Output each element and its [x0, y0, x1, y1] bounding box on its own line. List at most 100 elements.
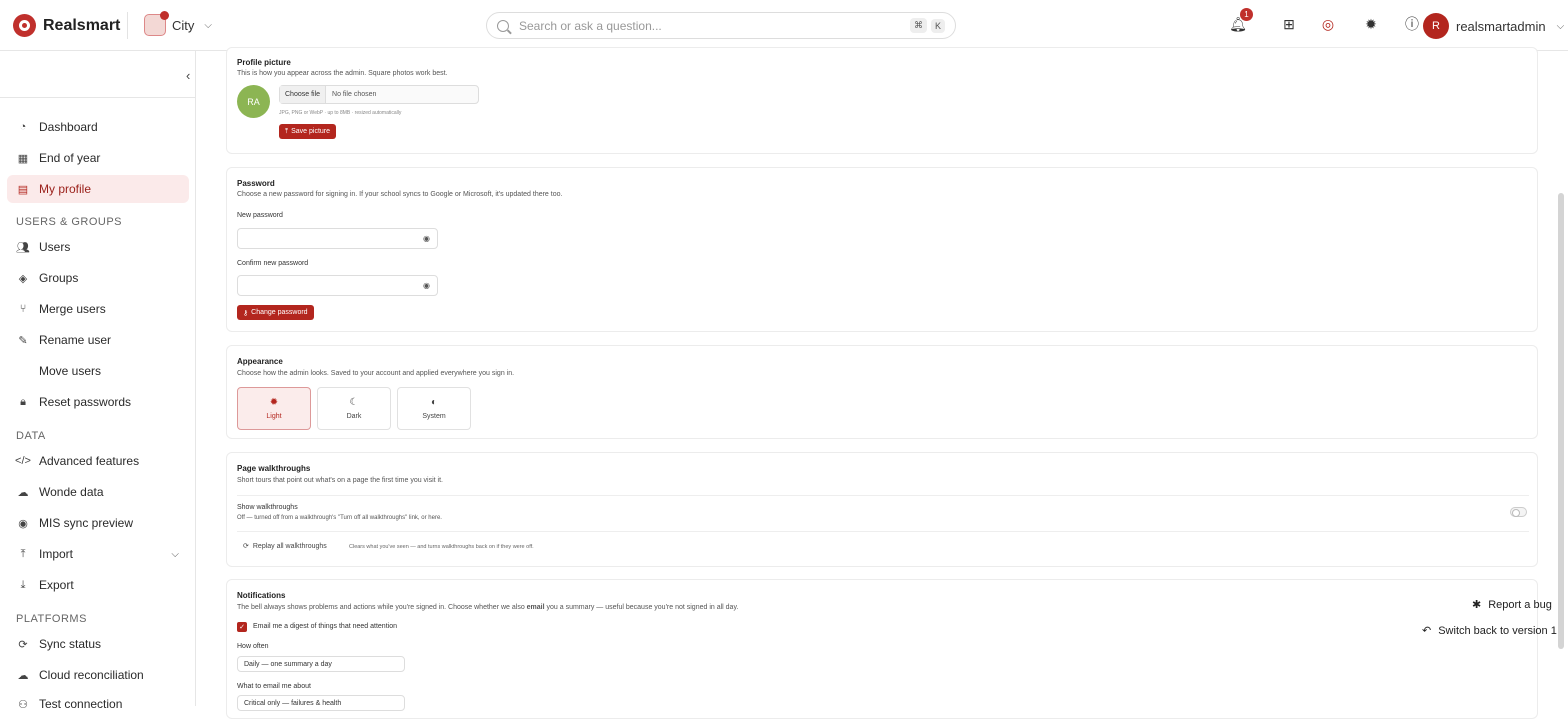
notifications-card: Notifications The bell always shows prob… — [226, 579, 1538, 719]
eye-icon[interactable]: ◉ — [423, 234, 430, 243]
sidebar-item-rename-user[interactable]: ✎ Rename user — [7, 326, 189, 354]
what-to-email-select[interactable]: Critical only — failures & health — [237, 695, 405, 711]
theme-option-system[interactable]: ◐ System — [397, 387, 471, 430]
card-title: Profile picture — [237, 58, 291, 67]
top-bar: Realsmart City ⌵ Search or ask a questio… — [0, 0, 1568, 51]
theme-label: System — [422, 413, 446, 420]
password-card: Password Choose a new password for signi… — [226, 167, 1538, 332]
replay-walkthroughs-button[interactable]: ⟳ Replay all walkthroughs — [243, 542, 327, 551]
walkthroughs-toggle[interactable] — [1510, 507, 1527, 517]
code-icon: </> — [15, 455, 31, 467]
sidebar-item-my-profile[interactable]: ▤ My profile — [7, 175, 189, 203]
sidebar-item-label: Move users — [39, 364, 102, 378]
school-switcher[interactable]: City ⌵ — [144, 11, 212, 36]
card-description: This is how you appear across the admin.… — [237, 70, 448, 77]
card-description: The bell always shows problems and actio… — [237, 604, 738, 611]
replay-description: Clears what you've seen — and turns walk… — [349, 544, 534, 550]
brand-logo-link[interactable]: Realsmart — [13, 14, 120, 37]
main-scrollbar[interactable] — [1558, 193, 1564, 649]
sidebar-item-test-connection[interactable]: ⚇ Test connection — [7, 690, 189, 718]
theme-option-light[interactable]: ✹ Light — [237, 387, 311, 430]
apps-button[interactable]: ⊞ — [1279, 14, 1299, 34]
sidebar-item-wonde-data[interactable]: ☁ Wonde data — [7, 478, 189, 506]
file-hint: JPG, PNG or WebP · up to 8MB · resized a… — [279, 110, 402, 116]
sidebar-item-groups[interactable]: ◈ Groups — [7, 264, 189, 292]
search-input[interactable]: Search or ask a question... ⌘ K — [486, 12, 956, 39]
notifications-button[interactable]: 🔔︎ 1 — [1228, 8, 1253, 34]
grid-icon: ⊞ — [1283, 15, 1295, 32]
eye-icon[interactable]: ◉ — [423, 281, 430, 290]
sidebar-item-advanced-features[interactable]: </> Advanced features — [7, 447, 189, 475]
report-bug-button[interactable]: ✱ Report a bug — [1472, 598, 1552, 612]
divider — [127, 12, 128, 39]
refresh-icon: ⟳ — [243, 543, 249, 550]
sidebar-item-cloud-reconciliation[interactable]: ☁ Cloud reconciliation — [7, 661, 189, 689]
file-input[interactable]: Choose file No file chosen — [279, 85, 479, 104]
confirm-password-label: Confirm new password — [237, 260, 309, 267]
card-title: Appearance — [237, 357, 283, 366]
layers-icon: ◈ — [18, 272, 28, 285]
card-description: Short tours that point out what's on a p… — [237, 477, 443, 484]
sidebar-item-label: Dashboard — [39, 120, 98, 134]
section-data: DATA — [16, 430, 46, 442]
sidebar-item-export[interactable]: ⤓ Export — [7, 571, 189, 599]
new-password-field[interactable]: ◉ — [237, 228, 438, 249]
status-dot — [160, 11, 169, 20]
card-title: Notifications — [237, 591, 286, 600]
theme-toggle-button[interactable]: ✹ — [1361, 14, 1381, 34]
search-icon — [497, 19, 509, 32]
theme-label: Light — [266, 413, 282, 420]
sidebar-item-label: Test connection — [39, 697, 123, 711]
sidebar-item-end-of-year[interactable]: ▦ End of year — [7, 144, 189, 172]
sidebar-item-label: Users — [39, 240, 71, 254]
change-password-button[interactable]: ⚷ Change password — [237, 305, 314, 320]
theme-option-dark[interactable]: ☾ Dark — [317, 387, 391, 430]
how-often-select[interactable]: Daily — one summary a day — [237, 656, 405, 672]
notification-badge: 1 — [1240, 8, 1253, 21]
users-icon: 👥︎ — [16, 241, 30, 254]
merge-icon: ⑂ — [19, 303, 27, 315]
choose-file-button[interactable]: Choose file — [280, 86, 327, 103]
sidebar-item-import[interactable]: ⤒ Import ⌵ — [7, 540, 189, 568]
sidebar-item-label: Merge users — [39, 302, 106, 316]
sidebar-item-label: End of year — [39, 151, 101, 165]
user-menu[interactable]: R realsmartadmin ⌵ — [1423, 13, 1564, 39]
switch-version-button[interactable]: ↶ Switch back to version 1 — [1422, 624, 1557, 638]
desc-part: you a summary — useful because you're no… — [544, 604, 739, 611]
sidebar-item-merge-users[interactable]: ⑂ Merge users — [7, 295, 189, 323]
file-status: No file chosen — [332, 91, 377, 98]
profile-picture-card: Profile picture This is how you appear a… — [226, 47, 1538, 154]
sidebar-item-reset-passwords[interactable]: 🔒︎ Reset passwords — [7, 388, 189, 416]
sidebar-item-label: Reset passwords — [39, 395, 132, 409]
sidebar-item-sync-status[interactable]: ⟳ Sync status — [7, 630, 189, 658]
realsmart-logo-icon — [13, 14, 36, 37]
help-button[interactable]: ⓘ — [1402, 14, 1422, 34]
sidebar-item-mis-sync-preview[interactable]: ◉ MIS sync preview — [7, 509, 189, 537]
sync-icon: ⟳ — [18, 638, 28, 651]
upload-icon: ⤒ — [20, 547, 26, 560]
confirm-password-field[interactable]: ◉ — [237, 275, 438, 296]
bug-icon: ✱ — [1472, 599, 1482, 611]
undo-icon: ↶ — [1422, 625, 1432, 637]
sidebar-item-label: Advanced features — [39, 454, 140, 468]
digest-checkbox[interactable]: ✓ — [237, 622, 247, 632]
new-password-label: New password — [237, 212, 283, 219]
sidebar-item-dashboard[interactable]: ◔ Dashboard — [7, 113, 189, 141]
collapse-sidebar-button[interactable]: ‹ — [186, 68, 190, 83]
sidebar-item-users[interactable]: 👥︎ Users — [7, 233, 189, 261]
dashboard-icon: ◔ — [19, 121, 27, 133]
language-button[interactable]: ◎ — [1318, 14, 1338, 34]
sidebar-item-label: Groups — [39, 271, 79, 285]
move-icon — [16, 364, 30, 378]
sidebar-item-move-users[interactable]: Move users — [7, 357, 189, 385]
card-description: Choose how the admin looks. Saved to you… — [237, 370, 515, 377]
avatar: RA — [237, 85, 270, 118]
plug-icon: ⚇ — [18, 698, 28, 711]
rename-icon: ✎ — [18, 334, 28, 347]
upload-icon: ⤒ — [285, 127, 289, 135]
chevron-down-icon: ⌵ — [171, 548, 179, 560]
calendar-icon: ▦ — [17, 152, 29, 165]
walkthroughs-card: Page walkthroughs Short tours that point… — [226, 452, 1538, 567]
save-picture-button[interactable]: ⤒ Save picture — [279, 124, 337, 139]
sidebar-item-label: Import — [39, 547, 74, 561]
